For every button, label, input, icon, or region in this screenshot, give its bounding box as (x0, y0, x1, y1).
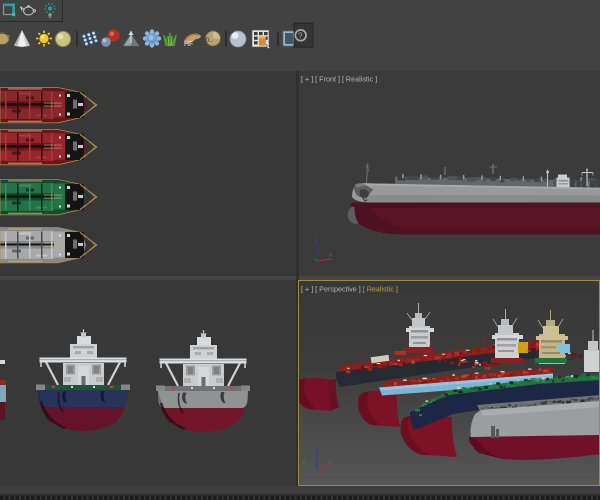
svg-text:HF: HF (184, 41, 193, 48)
svg-text:[ + ] [ Front ] [ Realistic ]: [ + ] [ Front ] [ Realistic ] (301, 75, 377, 84)
svg-text:x: x (329, 253, 332, 259)
svg-text:[ + ] [ Perspective ] [ Realis: [ + ] [ Perspective ] [ Realistic ] (301, 285, 398, 294)
svg-text:z: z (315, 239, 318, 245)
svg-text:y: y (302, 460, 305, 466)
svg-text:x: x (329, 461, 332, 467)
svg-text:z: z (315, 445, 318, 451)
svg-text:?: ? (298, 32, 303, 41)
svg-text:0..: 0.. (206, 37, 213, 44)
